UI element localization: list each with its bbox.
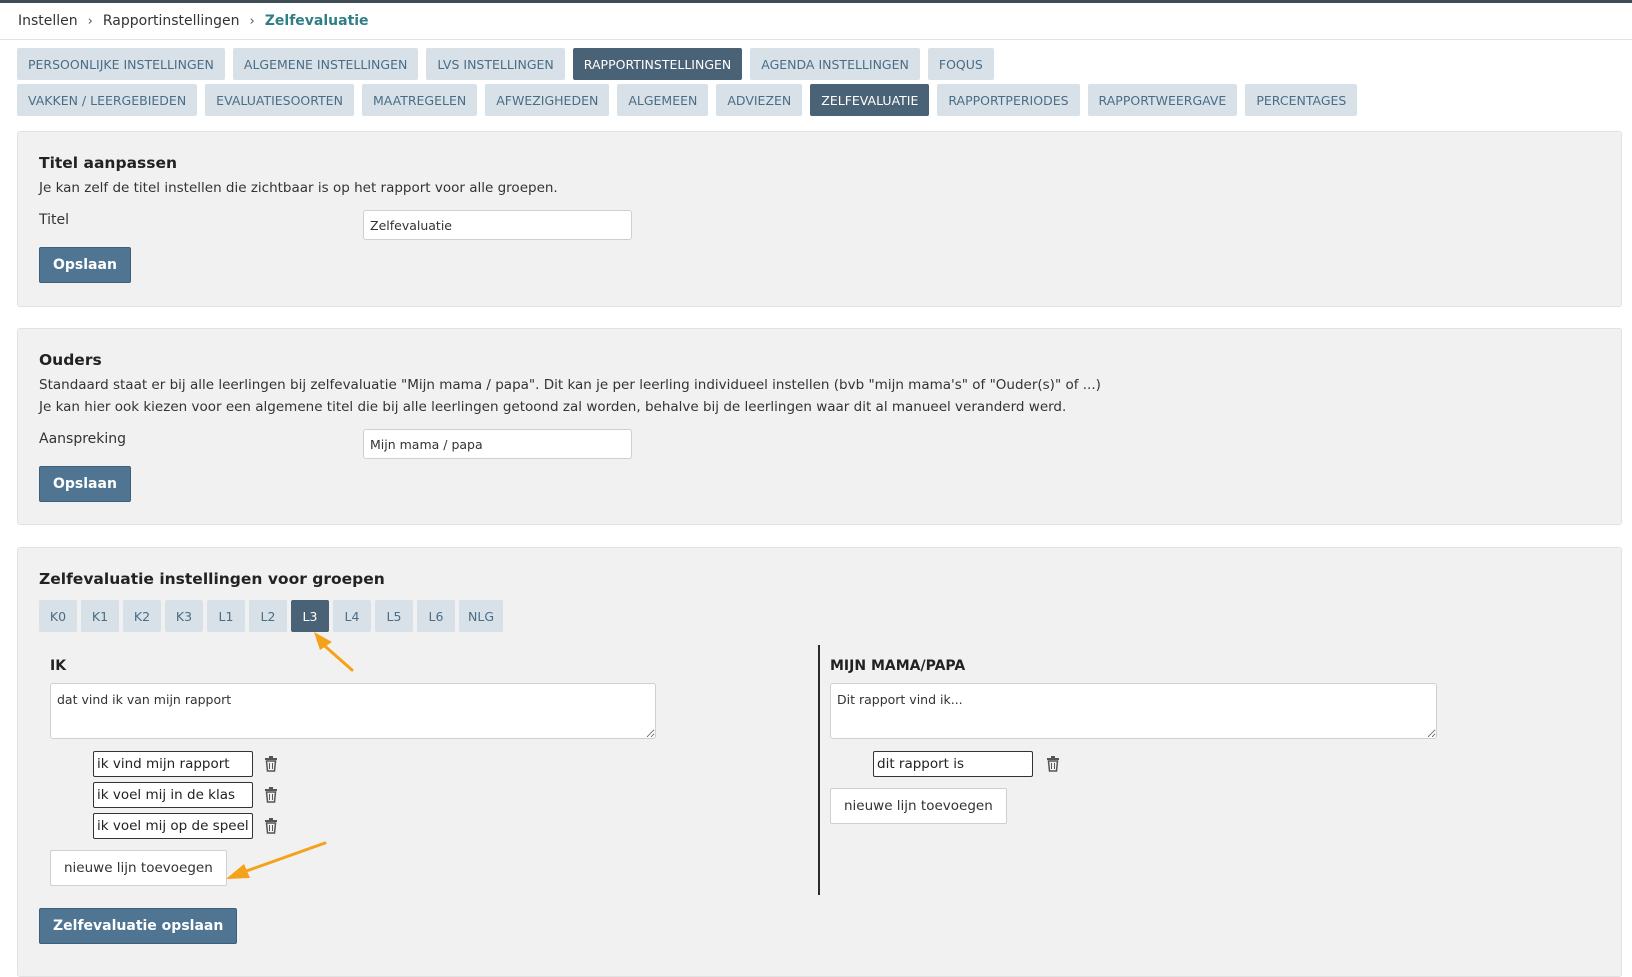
group-tab-k1[interactable]: K1	[81, 600, 119, 632]
groups-panel: Zelfevaluatie instellingen voor groepen …	[17, 547, 1622, 977]
group-tab-l4[interactable]: L4	[333, 600, 371, 632]
trash-icon[interactable]	[264, 756, 278, 772]
group-tabs: K0 K1 K2 K3 L1 L2 L3 L4 L5 L6 NLG	[39, 600, 504, 632]
breadcrumb-current: Zelfevaluatie	[264, 13, 369, 29]
parents-save-button[interactable]: Opslaan	[39, 466, 131, 502]
aanspreking-input[interactable]	[363, 429, 632, 459]
group-tab-k0[interactable]: K0	[39, 600, 77, 632]
tab-rapportinstellingen[interactable]: RAPPORTINSTELLINGEN	[572, 48, 743, 80]
group-tab-k2[interactable]: K2	[123, 600, 161, 632]
subtab-algemeen[interactable]: ALGEMEEN	[617, 84, 709, 116]
title-panel-description: Je kan zelf de titel instellen die zicht…	[39, 180, 558, 196]
group-tab-l5[interactable]: L5	[375, 600, 413, 632]
aanspreking-field-label: Aanspreking	[39, 431, 127, 447]
trash-icon[interactable]	[264, 818, 278, 834]
group-tab-l2[interactable]: L2	[249, 600, 287, 632]
subtab-afwezigheden[interactable]: AFWEZIGHEDEN	[485, 84, 610, 116]
subtab-rapportweergave[interactable]: RAPPORTWEERGAVE	[1087, 84, 1238, 116]
group-tab-l1[interactable]: L1	[207, 600, 245, 632]
group-tab-k3[interactable]: K3	[165, 600, 203, 632]
group-tab-l6[interactable]: L6	[417, 600, 455, 632]
sub-tabs: VAKKEN / LEERGEBIEDEN EVALUATIESOORTEN M…	[17, 84, 1358, 116]
breadcrumb-item-rapportinstellingen[interactable]: Rapportinstellingen	[103, 13, 240, 29]
trash-icon[interactable]	[1046, 756, 1060, 772]
ik-add-line-button[interactable]: nieuwe lijn toevoegen	[50, 850, 227, 886]
parents-intro-textarea[interactable]: Dit rapport vind ik...	[830, 683, 1437, 739]
breadcrumb: Instellen › Rapportinstellingen › Zelfev…	[0, 3, 1632, 40]
parents-panel-description-2: Je kan hier ook kiezen voor een algemene…	[39, 399, 1067, 415]
top-tabs: PERSOONLIJKE INSTELLINGEN ALGEMENE INSTE…	[17, 48, 994, 80]
tab-algemene-instellingen[interactable]: ALGEMENE INSTELLINGEN	[232, 48, 419, 80]
group-tab-l3[interactable]: L3	[291, 600, 329, 632]
title-panel: Titel aanpassen Je kan zelf de titel ins…	[17, 131, 1622, 307]
tab-foqus[interactable]: FOQUS	[927, 48, 994, 80]
ik-intro-textarea[interactable]: dat vind ik van mijn rapport	[50, 683, 656, 739]
tab-lvs-instellingen[interactable]: LVS INSTELLINGEN	[426, 48, 565, 80]
ik-heading: IK	[50, 658, 67, 674]
chevron-right-icon: ›	[249, 13, 255, 29]
title-field-label: Titel	[39, 212, 70, 228]
ik-line-input-1[interactable]	[93, 751, 253, 777]
zelfevaluatie-save-button[interactable]: Zelfevaluatie opslaan	[39, 908, 238, 944]
subtab-rapportperiodes[interactable]: RAPPORTPERIODES	[937, 84, 1080, 116]
group-tab-nlg[interactable]: NLG	[459, 600, 504, 632]
subtab-zelfevaluatie[interactable]: ZELFEVALUATIE	[810, 84, 930, 116]
title-panel-heading: Titel aanpassen	[39, 154, 178, 172]
tab-persoonlijke-instellingen[interactable]: PERSOONLIJKE INSTELLINGEN	[17, 48, 225, 80]
parents-add-line-button[interactable]: nieuwe lijn toevoegen	[830, 788, 1007, 824]
parents-column-heading: MIJN MAMA/PAPA	[830, 658, 966, 674]
parents-panel: Ouders Standaard staat er bij alle leerl…	[17, 328, 1622, 525]
groups-panel-heading: Zelfevaluatie instellingen voor groepen	[39, 570, 385, 588]
parents-panel-description-1: Standaard staat er bij alle leerlingen b…	[39, 377, 1101, 393]
ik-line-input-2[interactable]	[93, 782, 253, 808]
breadcrumb-item-instellen[interactable]: Instellen	[18, 13, 78, 29]
subtab-adviezen[interactable]: ADVIEZEN	[716, 84, 803, 116]
subtab-maatregelen[interactable]: MAATREGELEN	[361, 84, 478, 116]
tab-agenda-instellingen[interactable]: AGENDA INSTELLINGEN	[750, 48, 920, 80]
parents-line-input-1[interactable]	[873, 751, 1033, 777]
parents-panel-heading: Ouders	[39, 351, 102, 369]
column-divider	[818, 645, 820, 895]
subtab-vakken-leergebieden[interactable]: VAKKEN / LEERGEBIEDEN	[17, 84, 198, 116]
title-input[interactable]	[363, 210, 632, 240]
title-save-button[interactable]: Opslaan	[39, 247, 131, 283]
ik-line-input-3[interactable]	[93, 813, 253, 839]
chevron-right-icon: ›	[87, 13, 93, 29]
subtab-percentages[interactable]: PERCENTAGES	[1245, 84, 1358, 116]
subtab-evaluatiesoorten[interactable]: EVALUATIESOORTEN	[205, 84, 354, 116]
trash-icon[interactable]	[264, 787, 278, 803]
